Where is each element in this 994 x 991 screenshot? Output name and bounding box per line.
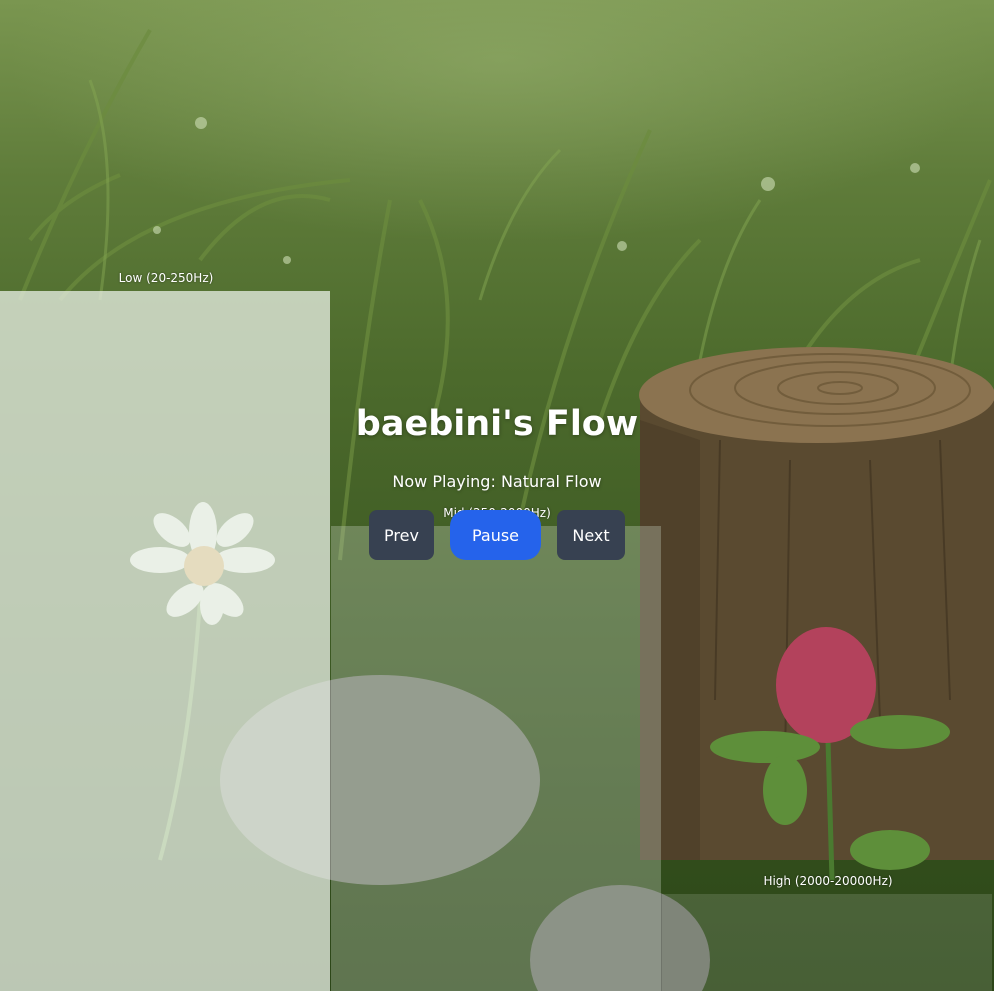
playback-controls: Prev Pause Next [369, 510, 625, 560]
eq-bar-mid [331, 526, 661, 991]
eq-label-high: High (2000-20000Hz) [763, 874, 893, 888]
now-playing-text: Now Playing: Natural Flow [392, 472, 602, 491]
next-button[interactable]: Next [557, 510, 625, 560]
eq-label-low: Low (20-250Hz) [118, 271, 214, 285]
pause-button[interactable]: Pause [450, 510, 541, 560]
prev-button[interactable]: Prev [369, 510, 434, 560]
eq-bar-high [662, 894, 992, 991]
player-title: baebini's Flow [355, 404, 639, 444]
eq-bar-low [0, 291, 330, 991]
